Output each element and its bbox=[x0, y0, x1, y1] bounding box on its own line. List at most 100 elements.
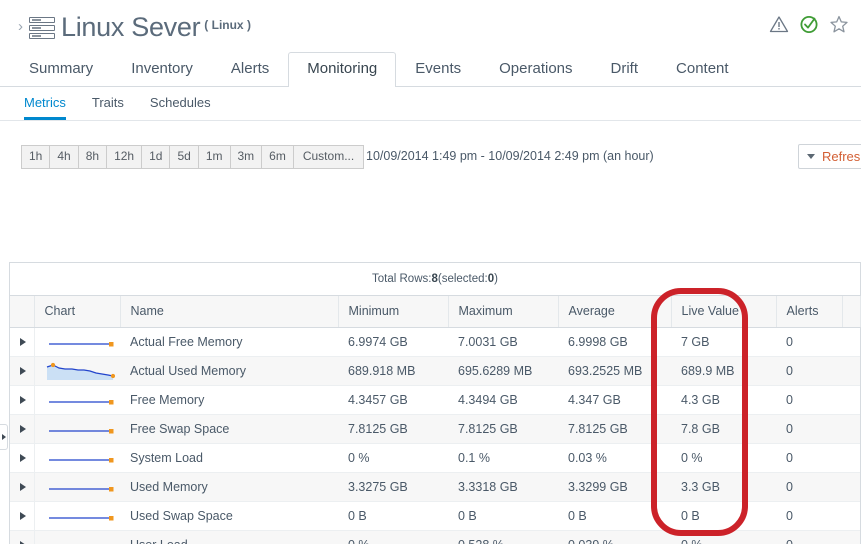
row-expand-cell[interactable] bbox=[10, 414, 35, 444]
column-header-chart[interactable]: Chart bbox=[34, 296, 121, 328]
row-name-cell: Used Swap Space bbox=[120, 501, 338, 531]
table-row[interactable]: System Load 0 % 0.1 % 0.03 % 0 % 0 bbox=[10, 443, 860, 473]
row-maximum-cell: 0.528 % bbox=[448, 530, 558, 544]
tab-events[interactable]: Events bbox=[396, 52, 480, 86]
row-alerts-cell: 0 bbox=[776, 501, 842, 531]
row-expand-cell[interactable] bbox=[10, 327, 35, 357]
row-chart-cell[interactable] bbox=[34, 356, 120, 386]
row-name-cell: System Load bbox=[120, 443, 338, 473]
range-button-5d[interactable]: 5d bbox=[169, 145, 198, 169]
metrics-page: › Linux Sever ( Linux ) Summary Inventor… bbox=[0, 0, 861, 544]
row-spacer-cell bbox=[842, 530, 860, 544]
table-row[interactable]: Free Memory 4.3457 GB 4.3494 GB 4.347 GB 4.3… bbox=[10, 385, 860, 415]
range-button-4h[interactable]: 4h bbox=[49, 145, 78, 169]
sparkline-chart[interactable] bbox=[45, 478, 115, 496]
range-button-6m[interactable]: 6m bbox=[261, 145, 293, 169]
chevron-down-icon[interactable] bbox=[807, 154, 815, 159]
row-alerts-cell: 0 bbox=[776, 530, 842, 544]
metrics-table: Chart Name Minimum Maximum Average Live … bbox=[10, 296, 861, 544]
tab-monitoring[interactable]: Monitoring bbox=[288, 52, 397, 87]
header-icon-group bbox=[769, 14, 849, 34]
subtab-traits[interactable]: Traits bbox=[92, 89, 124, 119]
row-name-cell: Actual Used Memory bbox=[120, 356, 338, 386]
table-row[interactable]: Used Memory 3.3275 GB 3.3318 GB 3.3299 GB 3.… bbox=[10, 472, 860, 502]
range-button-12h[interactable]: 12h bbox=[106, 145, 142, 169]
row-chart-cell[interactable] bbox=[34, 327, 120, 357]
breadcrumb-expand-icon[interactable]: › bbox=[18, 12, 23, 42]
sparkline-chart[interactable] bbox=[45, 449, 115, 467]
tab-drift[interactable]: Drift bbox=[592, 52, 658, 86]
sparkline-chart[interactable] bbox=[45, 420, 115, 438]
row-expand-cell[interactable] bbox=[10, 443, 35, 473]
range-button-1h[interactable]: 1h bbox=[21, 145, 50, 169]
sparkline-chart[interactable] bbox=[45, 391, 115, 409]
sparkline-chart[interactable] bbox=[45, 507, 115, 525]
time-range-toolbar: 1h 4h 8h 12h 1d 5d 1m 3m 6m Custom... 10… bbox=[0, 140, 861, 178]
sparkline-chart[interactable] bbox=[45, 362, 115, 380]
range-button-1d[interactable]: 1d bbox=[141, 145, 170, 169]
warning-triangle-icon[interactable] bbox=[769, 14, 789, 34]
column-header-maximum[interactable]: Maximum bbox=[448, 296, 559, 328]
row-chart-cell[interactable] bbox=[34, 414, 120, 444]
row-expand-cell[interactable] bbox=[10, 385, 35, 415]
row-expand-cell[interactable] bbox=[10, 472, 35, 502]
range-button-3m[interactable]: 3m bbox=[229, 145, 262, 169]
tab-inventory[interactable]: Inventory bbox=[112, 52, 212, 86]
chevron-right-icon[interactable] bbox=[20, 511, 26, 520]
row-minimum-cell: 0 % bbox=[338, 443, 448, 473]
table-row[interactable]: Actual Free Memory 6.9974 GB 7.0031 GB 6.99… bbox=[10, 327, 860, 357]
row-name-cell: Free Memory bbox=[120, 385, 338, 415]
tab-content[interactable]: Content bbox=[657, 52, 748, 86]
row-alerts-cell: 0 bbox=[776, 385, 842, 415]
row-chart-cell[interactable] bbox=[34, 443, 120, 473]
row-name-cell: Free Swap Space bbox=[120, 414, 338, 444]
row-minimum-cell: 6.9974 GB bbox=[338, 327, 448, 357]
table-row[interactable]: Used Swap Space 0 B0 B0 B0 B0 bbox=[10, 501, 860, 531]
chevron-right-icon[interactable] bbox=[20, 366, 26, 375]
favorite-star-icon[interactable] bbox=[829, 14, 849, 34]
column-header-live-value[interactable]: Live Value bbox=[671, 296, 777, 328]
row-expand-cell[interactable] bbox=[10, 530, 35, 544]
chevron-right-icon[interactable] bbox=[20, 453, 26, 462]
row-maximum-cell: 7.0031 GB bbox=[448, 327, 558, 357]
summary-suffix: ) bbox=[494, 273, 498, 285]
range-button-8h[interactable]: 8h bbox=[77, 145, 107, 169]
subtab-schedules[interactable]: Schedules bbox=[150, 89, 211, 119]
table-row[interactable]: User Load0 %0.528 %0.039 %0 %0 bbox=[10, 530, 860, 544]
column-header-average[interactable]: Average bbox=[558, 296, 672, 328]
row-minimum-cell: 0 % bbox=[338, 530, 448, 544]
row-chart-cell[interactable] bbox=[34, 530, 120, 544]
chevron-right-icon[interactable] bbox=[20, 337, 26, 346]
row-live-value-cell: 689.9 MB bbox=[671, 356, 776, 386]
chevron-right-icon[interactable] bbox=[20, 424, 26, 433]
tab-operations[interactable]: Operations bbox=[480, 52, 591, 86]
row-alerts-cell: 0 bbox=[776, 356, 842, 386]
refresh-button[interactable]: Refresh bbox=[798, 144, 861, 169]
page-header: › Linux Sever ( Linux ) bbox=[0, 0, 861, 48]
column-header-name[interactable]: Name bbox=[120, 296, 339, 328]
row-chart-cell[interactable] bbox=[34, 472, 120, 502]
subtab-metrics[interactable]: Metrics bbox=[24, 89, 66, 120]
chevron-right-icon[interactable] bbox=[20, 482, 26, 491]
column-header-minimum[interactable]: Minimum bbox=[338, 296, 449, 328]
tab-alerts[interactable]: Alerts bbox=[212, 52, 288, 86]
page-title: Linux Sever bbox=[61, 12, 201, 42]
sparkline-chart[interactable] bbox=[45, 333, 115, 351]
row-expand-cell[interactable] bbox=[10, 356, 35, 386]
resource-type-label: ( Linux ) bbox=[204, 18, 251, 32]
row-alerts-cell: 0 bbox=[776, 414, 842, 444]
row-chart-cell[interactable] bbox=[34, 385, 120, 415]
chevron-right-icon[interactable] bbox=[20, 540, 26, 544]
table-row[interactable]: Free Swap Space 7.8125 GB 7.8125 GB 7.8125 … bbox=[10, 414, 860, 444]
tab-summary[interactable]: Summary bbox=[10, 52, 112, 86]
availability-ok-icon[interactable] bbox=[799, 14, 819, 34]
sidebar-expand-handle[interactable] bbox=[0, 424, 8, 450]
sparkline-chart[interactable] bbox=[45, 536, 115, 544]
column-header-alerts[interactable]: Alerts bbox=[776, 296, 843, 328]
row-chart-cell[interactable] bbox=[34, 501, 120, 531]
range-button-custom[interactable]: Custom... bbox=[292, 145, 365, 169]
row-expand-cell[interactable] bbox=[10, 501, 35, 531]
range-button-1m[interactable]: 1m bbox=[197, 145, 230, 169]
table-row[interactable]: Actual Used Memory 689.918 MB 695.6289 MB 6… bbox=[10, 356, 860, 386]
chevron-right-icon[interactable] bbox=[20, 395, 26, 404]
